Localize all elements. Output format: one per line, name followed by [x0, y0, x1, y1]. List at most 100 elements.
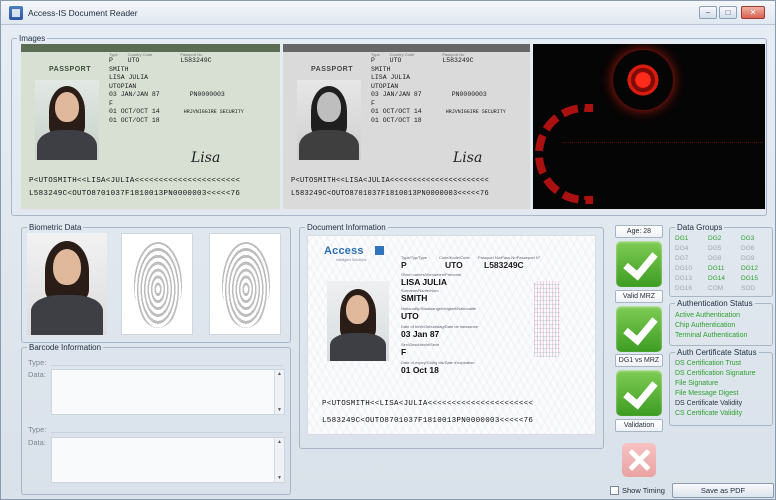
document-photo — [327, 281, 389, 361]
cert-item-trust: DS Certification Trust — [675, 360, 742, 367]
passport-photo — [35, 80, 99, 160]
fingerprint-icon — [134, 242, 182, 328]
data-group-dg12: DG12 — [741, 265, 758, 272]
scroll-up-icon[interactable]: ▲ — [277, 439, 282, 445]
field-sex: F — [109, 99, 113, 107]
close-button[interactable]: ✕ — [741, 6, 765, 19]
data-groups-legend: Data Groups — [677, 223, 723, 232]
minimize-button[interactable]: – — [699, 6, 717, 19]
field-doe: 01 OCT/OCT 18 — [371, 116, 422, 124]
data-group-dg5: DG5 — [708, 245, 722, 252]
data-group-sod: SOD — [741, 285, 756, 292]
uv-fibers — [563, 142, 763, 196]
show-timing-checkbox[interactable] — [610, 486, 619, 495]
field-dob: 03 JAN/JAN 87 — [371, 91, 422, 98]
field-type: P — [109, 57, 113, 64]
mrz-line-2: L583249C<OUTO8701037F1810013PN0000003<<<… — [291, 190, 490, 198]
signature: Lisa — [191, 150, 221, 166]
validation-fail-icon — [622, 443, 656, 477]
data-group-dg4: DG4 — [675, 245, 689, 252]
hologram-strip — [534, 281, 560, 357]
scrollbar[interactable]: ▲ ▼ — [274, 370, 284, 414]
validation-label: Validation — [615, 419, 663, 432]
data-group-com: COM — [708, 285, 724, 292]
field-authority: HRJVNIGGIRE SECURITY — [183, 109, 244, 115]
scroll-up-icon[interactable]: ▲ — [277, 371, 282, 377]
mrz-line-1: P<UTOSMITH<<LISA<JULIA<<<<<<<<<<<<<<<<<<… — [29, 177, 241, 185]
field-nationality: UTOPIAN — [371, 82, 399, 90]
field-doi: 01 OCT/OCT 14 — [109, 108, 160, 115]
data-group-dg15: DG15 — [741, 275, 758, 282]
auth-status-legend: Authentication Status — [677, 299, 753, 308]
data-group-dg16: DG16 — [675, 285, 692, 292]
save-pdf-button[interactable]: Save as PDF — [672, 483, 774, 498]
doc-given-names: Given names/Vornamen/Prénoms LISA JULIA — [401, 272, 461, 287]
passport-word: PASSPORT — [311, 66, 353, 73]
cert-item-file-signature: File Signature — [675, 380, 719, 387]
doc-mrz-line-1: P<UTOSMITH<<LISA<JULIA<<<<<<<<<<<<<<<<<<… — [322, 400, 534, 408]
doc-passport-value: L583249C — [484, 260, 524, 270]
passport-image-uv — [533, 44, 765, 209]
passport-image-infrared: PASSPORT Type P Country Code UTO Passport No… — [283, 44, 530, 209]
field-given-names: LISA JULIA — [371, 74, 411, 81]
cert-item-digest: File Message Digest — [675, 390, 739, 397]
field-passport-no: L583249C — [180, 57, 212, 64]
brand-tagline: Intelligent Solutions — [336, 258, 367, 262]
doc-nationality: Nationality/Staatsangehörigkeit/National… — [401, 306, 476, 321]
title-bar: Access-IS Document Reader – □ ✕ — [1, 1, 775, 25]
brand-mark-icon — [375, 246, 384, 255]
portrait-body — [37, 130, 97, 160]
doc-sex: Sex/Geschlecht/Sexe F — [401, 342, 439, 357]
cert-item-signature: DS Certification Signature — [675, 370, 756, 377]
barcode-data-field-2[interactable]: ▲ ▼ — [51, 437, 285, 483]
document-legend: Document Information — [307, 223, 386, 232]
field-value: 03 Jan 87 — [401, 329, 440, 339]
field-value: 01 Oct 18 — [401, 365, 439, 375]
cert-item-cs-validity: CS Certificate Validity — [675, 410, 743, 417]
passport-top-strip — [21, 44, 280, 52]
age-label: Age: 28 — [615, 225, 663, 238]
data-group-dg3: DG3 — [741, 235, 755, 242]
field-type: P — [371, 57, 375, 64]
field-personal-no: PN0000003 — [189, 91, 225, 98]
app-icon — [9, 6, 23, 20]
barcode-type-value-1 — [51, 365, 283, 366]
fingerprint-image-2 — [209, 233, 281, 335]
age-check-icon — [616, 241, 662, 287]
passport-fields: Type P Country Code UTO Passport No L583249C … — [371, 52, 530, 125]
data-group-dg7: DG7 — [675, 255, 689, 262]
data-group-dg10: DG10 — [675, 265, 692, 272]
cert-item-ds-validity: DS Certificate Validity — [675, 400, 743, 407]
scrollbar[interactable]: ▲ ▼ — [274, 438, 284, 482]
maximize-button[interactable]: □ — [719, 6, 737, 19]
window-title: Access-IS Document Reader — [28, 8, 138, 18]
passport-top-strip — [283, 44, 530, 52]
uv-emblem — [613, 50, 673, 110]
field-value: F — [401, 347, 407, 357]
portrait-body — [299, 130, 359, 160]
data-group-dg14: DG14 — [708, 275, 725, 282]
document-data-page: Access Intelligent Solutions Type/Typ/Ty… — [307, 235, 596, 435]
data-group-dg13: DG13 — [675, 275, 692, 282]
field-country: UTO — [127, 57, 140, 64]
brand-logo: Access — [324, 245, 364, 257]
doc-dob: Date of birth/Geburtstag/Date de naissan… — [401, 324, 478, 339]
passport-fields: Type P Country Code UTO Passport No L583249C … — [109, 52, 279, 125]
barcode-data-label-2: Data: — [28, 438, 46, 447]
barcode-type-value-2 — [51, 432, 283, 433]
scroll-down-icon[interactable]: ▼ — [277, 407, 282, 413]
barcode-data-field-1[interactable]: ▲ ▼ — [51, 369, 285, 415]
fingerprint-image-1 — [121, 233, 193, 335]
scroll-down-icon[interactable]: ▼ — [277, 475, 282, 481]
valid-mrz-check-icon — [616, 306, 662, 352]
field-surname: SMITH — [371, 65, 391, 73]
field-doi: 01 OCT/OCT 14 — [371, 108, 422, 115]
data-group-dg9: DG9 — [741, 255, 755, 262]
show-timing-label[interactable]: Show Timing — [622, 486, 665, 495]
doc-mrz-line-2: L583249C<OUTO8701037F1810013PN0000003<<<… — [322, 417, 534, 425]
dg1-mrz-check-icon — [616, 370, 662, 416]
doc-code-value: UTO — [445, 260, 463, 270]
barcode-data-label-1: Data: — [28, 370, 46, 379]
data-group-dg1: DG1 — [675, 235, 689, 242]
field-dob: 03 JAN/JAN 87 — [109, 91, 160, 98]
